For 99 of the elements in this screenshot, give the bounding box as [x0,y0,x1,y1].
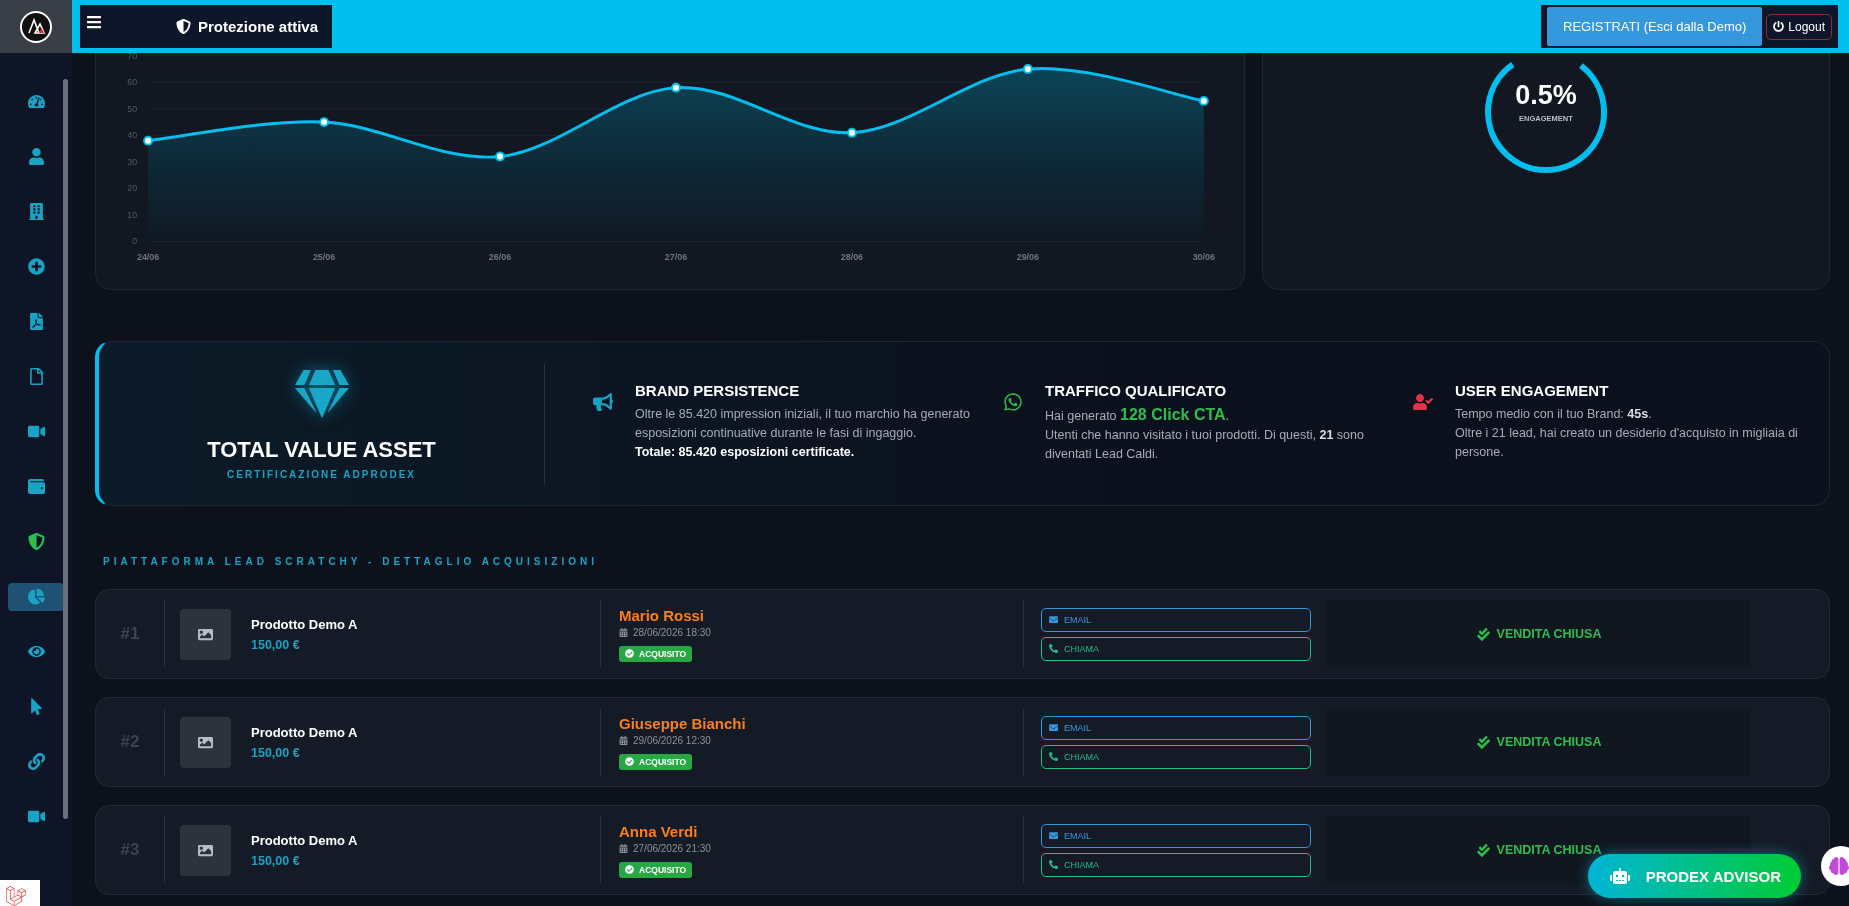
brain-icon [1829,856,1849,876]
status-badge: ACQUISITO [619,753,693,770]
axis-label: 29/06 [1016,252,1039,263]
lead-date: 28/06/2026 18:30 [633,626,711,638]
pie-chart-icon [27,588,45,605]
stat-title: BRAND PERSISTENCE [635,382,801,399]
lead-date: 27/06/2026 21:30 [633,842,711,854]
sidebar-item[interactable] [8,582,64,611]
data-point [319,117,329,128]
video-camera-icon [27,808,45,825]
status-badge: ACQUISITO [619,861,693,878]
axis-label: 20 [127,183,138,194]
phone-icon [1049,752,1058,761]
data-point [495,151,505,162]
axis-label: 10 [127,209,138,220]
wallet-icon [27,478,45,495]
sale-closed-label: VENDITA CHIUSA [1476,735,1602,749]
envelope-icon [1049,615,1058,624]
axis-label: 24/06 [136,252,160,263]
axis-label: 27/06 [664,252,688,263]
data-point [143,135,154,146]
section-title: PIATTAFORMA LEAD SCRATCHY - DETTAGLIO ACQUISIZIONI [103,556,599,567]
register-button[interactable]: REGISTRATI (Esci dalla Demo) [1547,7,1763,46]
email-button[interactable]: EMAIL [1041,823,1311,848]
axis-label: 28/06 [840,252,864,263]
whatsapp-icon [1003,392,1023,412]
stat-title: USER ENGAGEMENT [1455,382,1610,399]
laravel-icon [6,886,26,906]
axis-label: 40 [127,130,138,141]
product-name: Prodotto Demo A [251,724,359,740]
dashboard-icon [27,93,45,110]
call-button[interactable]: CHIAMA [1041,852,1311,877]
menu-icon [86,13,102,30]
customer-name: Giuseppe Bianchi [619,714,746,732]
sale-closed-label: VENDITA CHIUSA [1476,843,1602,857]
file-icon [27,368,45,385]
user-check-icon [1413,392,1433,412]
stat-text: Oltre le 85.420 impression iniziali, il tuo marchio ha generato esposizioni continuative durante le fasi di ingaggio. [635,406,971,442]
product-name: Prodotto Demo A [251,616,359,632]
customer-name: Anna Verdi [619,822,698,840]
phone-icon [1049,644,1058,653]
calendar-icon [619,735,628,745]
axis-label: 60 [127,77,138,88]
double-check-icon [1476,843,1490,857]
product-name: Prodotto Demo A [251,832,359,848]
product-price: 150,00 € [251,637,301,652]
link-icon [27,753,45,770]
megaphone-icon [593,392,613,412]
logout-button[interactable]: Logout [1766,13,1832,40]
stat-text: Utenti che hanno visitato i tuoi prodotti. Di questi, 21 sono diventati Lead Caldi. [1045,427,1365,463]
eye-icon [27,643,45,660]
email-button[interactable]: EMAIL [1041,607,1311,632]
calendar-icon [619,627,628,637]
call-button[interactable]: CHIAMA [1041,636,1311,661]
phone-icon [1049,860,1058,869]
data-point [1022,64,1033,75]
image-icon [198,842,213,858]
envelope-icon [1049,831,1058,840]
image-icon [198,734,213,750]
shield-icon [176,19,191,34]
pdf-file-icon [27,313,45,330]
double-check-icon [1476,735,1490,749]
product-price: 150,00 € [251,745,301,760]
axis-label: 25/06 [312,252,336,263]
data-point [671,82,681,93]
axis-label: 26/06 [488,252,512,263]
email-button[interactable]: EMAIL [1041,715,1311,740]
power-icon [1773,21,1785,32]
stat-text: Hai generato 128 Click CTA. [1045,405,1231,425]
stat-text: Tempo medio con il tuo Brand: 45s. [1455,406,1653,423]
shield-icon [27,533,45,550]
double-check-icon [1476,627,1490,641]
stat-text: Oltre i 21 lead, hai creato un desiderio d'acquisto in migliaia di persone. [1455,425,1799,461]
robot-icon [1609,866,1630,886]
data-point [846,127,857,138]
stat-title: TRAFFICO QUALIFICATO [1045,382,1228,399]
status-badge: ACQUISITO [619,645,693,662]
product-price: 150,00 € [251,853,301,868]
asset-subtitle: CERTIFICAZIONE ADPRODEX [227,469,416,480]
envelope-icon [1049,723,1058,732]
axis-label: 30/06 [1192,252,1215,263]
image-icon [198,626,213,642]
asset-title: TOTAL VALUE ASSET [207,437,436,463]
data-point [1198,95,1209,106]
scrollbar[interactable] [63,79,68,819]
video-camera-icon [27,423,45,440]
protection-label: Protezione attiva [198,18,319,35]
logo-icon [20,10,52,43]
stat-text: Totale: 85.420 esposizioni certificate. [635,444,856,461]
lead-date: 29/06/2026 12:30 [633,734,711,746]
axis-label: 30 [127,156,138,167]
axis-label: 50 [127,103,138,114]
building-icon [27,203,45,220]
engagement-value: 0.5% [1514,80,1578,111]
call-button[interactable]: CHIAMA [1041,744,1311,769]
user-icon [27,148,45,165]
calendar-icon [619,843,628,853]
sale-closed-label: VENDITA CHIUSA [1476,627,1602,641]
customer-name: Mario Rossi [619,606,705,624]
